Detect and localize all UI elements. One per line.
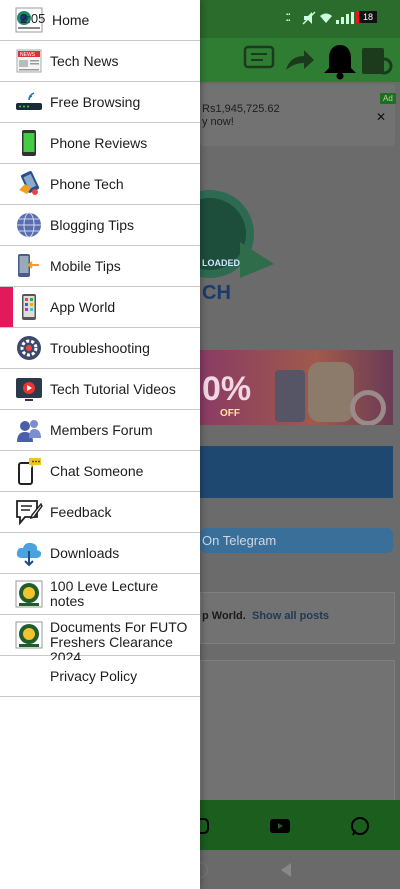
bell-icon[interactable] xyxy=(320,42,360,80)
video-icon xyxy=(15,375,43,403)
mobile-tips-icon xyxy=(15,252,43,280)
drawer-item-privacy-policy[interactable]: Privacy Policy xyxy=(0,656,200,697)
drawer-item-label: Free Browsing xyxy=(50,94,141,110)
wifi-icon xyxy=(320,13,332,23)
news-icon: NEWS xyxy=(15,47,43,75)
drawer-item-futo-documents[interactable]: Documents For FUTO Freshers Clearance 20… xyxy=(0,615,200,660)
crest-icon xyxy=(15,621,43,649)
drawer-item-label: Troubleshooting xyxy=(50,340,150,356)
drawer-menu: Home NEWS Tech News Free Browsing Phone … xyxy=(0,0,200,697)
telegram-label: On Telegram xyxy=(202,533,277,548)
chat-icon xyxy=(15,457,43,485)
telegram-button[interactable]: On Telegram xyxy=(200,528,393,553)
drawer-item-tech-news[interactable]: NEWS Tech News xyxy=(0,41,200,82)
drawer-item-label: Tech Tutorial Videos xyxy=(50,381,176,397)
drawer-item-phone-reviews[interactable]: Phone Reviews xyxy=(0,123,200,164)
banner-percent: 0% xyxy=(202,370,252,408)
card-title: p World. xyxy=(202,610,246,622)
users-icon xyxy=(15,416,43,444)
drawer-item-lecture-notes[interactable]: 100 Leve Lecture notes xyxy=(0,574,200,615)
drawer-item-blogging-tips[interactable]: Blogging Tips xyxy=(0,205,200,246)
drawer-item-label: Feedback xyxy=(50,504,112,520)
drawer-item-label: Privacy Policy xyxy=(50,668,138,684)
drawer-item-feedback[interactable]: Feedback xyxy=(0,492,200,533)
promo-banner[interactable]: 0% OFF xyxy=(200,350,393,425)
drawer-item-label: Chat Someone xyxy=(50,463,144,479)
router-icon xyxy=(15,88,43,116)
blue-section xyxy=(200,446,393,498)
drawer-item-label: Tech News xyxy=(50,53,119,69)
feedback-icon xyxy=(15,498,43,526)
drawer-item-label: Home xyxy=(52,12,90,28)
svg-text:NEWS: NEWS xyxy=(20,52,36,58)
banner-off: OFF xyxy=(220,408,240,419)
drawer-item-label: Members Forum xyxy=(50,422,153,438)
drawer-item-downloads[interactable]: Downloads xyxy=(0,533,200,574)
drawer-item-label: Phone Tech xyxy=(50,176,124,192)
globe-icon xyxy=(15,211,43,239)
drawer-item-free-browsing[interactable]: Free Browsing xyxy=(0,82,200,123)
network-speed: ▪▪ ▪▪ xyxy=(286,12,291,24)
show-all-posts-link[interactable]: Show all posts xyxy=(252,610,329,622)
ad-badge: Ad xyxy=(380,93,396,104)
drawer-item-label: Documents For FUTO Freshers Clearance 20… xyxy=(50,620,188,660)
phone-image xyxy=(275,370,305,422)
back-icon[interactable] xyxy=(280,862,292,878)
drawer-item-label: Blogging Tips xyxy=(50,217,135,233)
content-card xyxy=(200,660,395,802)
drawer-item-label: App World xyxy=(50,299,116,315)
site-logo: LOADED CH xyxy=(200,190,274,302)
drawer-item-chat-someone[interactable]: Chat Someone xyxy=(0,451,200,492)
battery-indicator: 18 xyxy=(356,11,377,23)
crest-icon xyxy=(15,580,43,608)
youtube-icon[interactable] xyxy=(270,819,290,833)
ad-text: Rs1,945,725.62 xyxy=(202,103,280,115)
navigation-drawer: 2:05 Home NEWS Tech News Free Browsing P… xyxy=(0,0,200,889)
social-footer xyxy=(200,800,400,850)
close-icon[interactable]: ✕ xyxy=(376,110,386,124)
drawer-item-troubleshooting[interactable]: Troubleshooting xyxy=(0,328,200,369)
logo-text-2: CH xyxy=(202,282,231,302)
mute-icon xyxy=(302,11,316,25)
ad-text-2: y now! xyxy=(202,116,234,128)
headphones-image xyxy=(350,390,386,425)
app-grid-icon xyxy=(15,293,43,321)
status-time: 2:05 xyxy=(20,11,46,26)
ad-banner[interactable] xyxy=(200,84,395,146)
drawer-item-app-world[interactable]: App World xyxy=(0,287,200,328)
drawer-item-label: Phone Reviews xyxy=(50,135,148,151)
drawer-item-label: Mobile Tips xyxy=(50,258,121,274)
drawer-item-label: 100 Leve Lecture notes xyxy=(50,579,159,609)
share-icon[interactable] xyxy=(284,48,316,72)
phone-tech-icon xyxy=(15,170,43,198)
drawer-item-tech-tutorial-videos[interactable]: Tech Tutorial Videos xyxy=(0,369,200,410)
cloud-download-icon xyxy=(15,539,43,567)
drawer-item-label: Downloads xyxy=(50,545,120,561)
posts-card: p World. Show all posts xyxy=(200,592,395,644)
drawer-item-members-forum[interactable]: Members Forum xyxy=(0,410,200,451)
search-doc-icon[interactable] xyxy=(360,46,396,78)
drawer-item-mobile-tips[interactable]: Mobile Tips xyxy=(0,246,200,287)
gear-icon xyxy=(15,334,43,362)
signal-icon xyxy=(336,12,354,24)
comment-icon[interactable] xyxy=(242,44,276,74)
instagram-icon[interactable] xyxy=(200,818,210,834)
logo-text: LOADED xyxy=(202,258,241,268)
drawer-item-phone-tech[interactable]: Phone Tech xyxy=(0,164,200,205)
status-icons: ▪▪ ▪▪ 18 xyxy=(286,10,396,26)
phone-icon xyxy=(15,129,43,157)
bag-image xyxy=(308,362,354,422)
whatsapp-icon[interactable] xyxy=(350,816,370,836)
